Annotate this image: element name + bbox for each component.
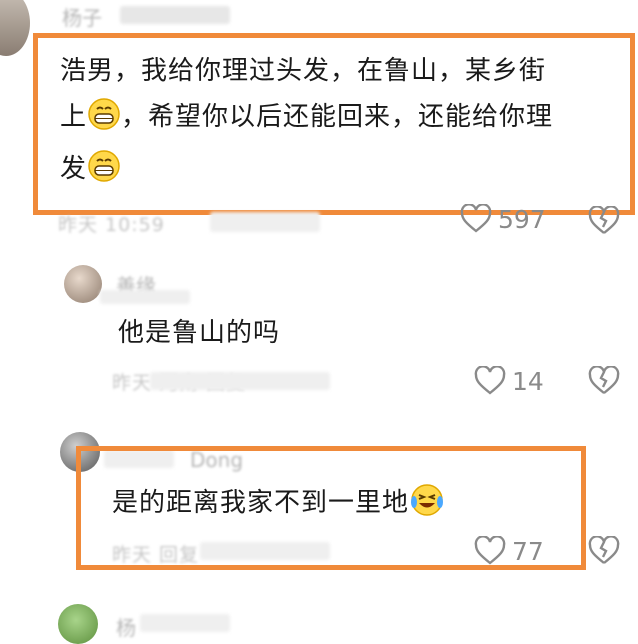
like-count: 597 [498,204,546,234]
author-name-blur [140,614,230,632]
comment-line-1: 浩男，我给你理过头发，在鲁山，某乡街 [60,56,547,86]
comment-text: 浩男，我给你理过头发，在鲁山，某乡街 上 ，希望你以后还能回来，还能给你理 发 [60,48,620,198]
dislike-button[interactable] [588,536,620,566]
avatar[interactable] [64,265,102,303]
meta-blur [150,372,330,390]
meta-blur [210,212,320,232]
avatar[interactable] [58,604,98,644]
broken-heart-icon [588,206,620,236]
comment-text: 他是鲁山的吗 [118,318,281,348]
comment-line-2b: ，希望你以后还能回来，还能给你理 [121,102,554,132]
like-button[interactable]: 597 [460,204,546,234]
avatar[interactable] [0,0,30,56]
heart-icon [474,366,506,396]
heart-icon [460,204,492,234]
like-count: 77 [512,536,544,566]
comment-author[interactable]: 杨子 [62,2,102,31]
comment-line-2a: 上 [60,102,88,132]
dislike-button[interactable] [588,206,620,236]
dislike-button[interactable] [588,366,620,396]
broken-heart-icon [588,366,620,396]
laughing-tears-icon [409,483,445,532]
broken-heart-icon [588,536,620,566]
grinning-face-icon [87,97,121,146]
meta-blur [200,542,330,560]
heart-icon [474,536,506,566]
like-count: 14 [512,366,544,396]
author-name-blur [120,6,230,24]
comment-line-3: 发 [60,146,620,198]
comment-meta: 昨天 回复 [112,544,200,566]
grinning-face-icon [87,149,121,198]
like-button[interactable]: 14 [474,366,544,396]
comment-text-content: 是的距离我家不到一里地 [112,488,410,518]
author-name-blur [100,290,190,304]
like-button[interactable]: 77 [474,536,544,566]
comment-line-2: 上 ，希望你以后还能回来，还能给你理 [60,94,620,146]
comment-line-3-text: 发 [60,154,88,184]
comment-author[interactable]: 杨 [116,612,136,641]
comment-meta: 昨天 10:59 [58,214,165,236]
comment-text: 是的距离我家不到一里地 [112,480,445,532]
